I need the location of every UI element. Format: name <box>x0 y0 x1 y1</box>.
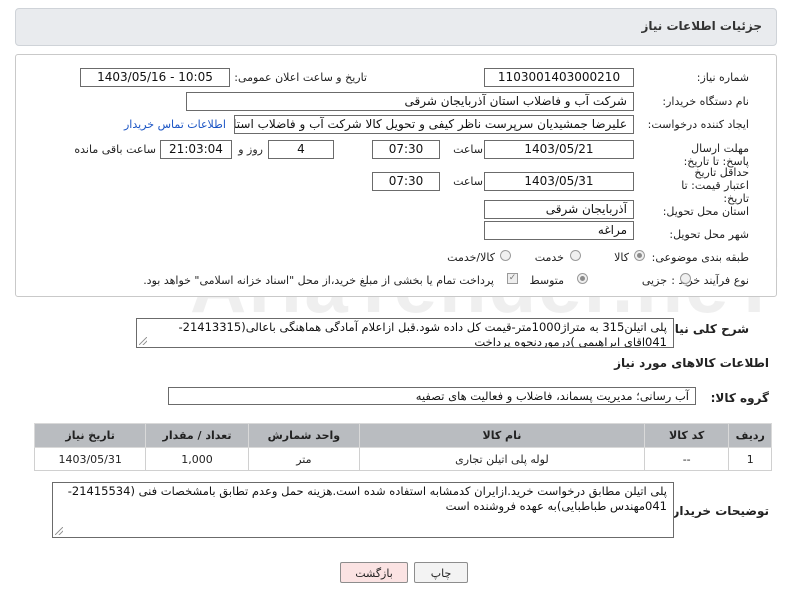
description-label: شرح کلی نیاز: <box>663 322 749 336</box>
price-validity-time-field[interactable]: 07:30 <box>372 172 440 191</box>
page-header: جزئیات اطلاعات نیاز <box>15 8 777 46</box>
description-textarea[interactable]: پلی اتیلن315 به متراژ1000متر-قیمت کل داد… <box>136 318 674 348</box>
province-field[interactable]: آذربایجان شرقی <box>484 200 634 219</box>
need-number-field[interactable]: 1103001403000210 <box>484 68 634 87</box>
buyer-notes-label: توضیحات خریدار: <box>667 504 769 518</box>
response-deadline-label: مهلت ارسال پاسخ: تا تاریخ: <box>683 142 749 168</box>
buyer-org-label: نام دستگاه خریدار: <box>662 95 749 108</box>
price-validity-label: حداقل تاریخ اعتبار قیمت: تا تاریخ: <box>681 166 749 205</box>
items-table: ردیف کد کالا نام کالا واحد شمارش تعداد /… <box>33 423 772 471</box>
category-label: طبقه بندی موضوعی: <box>651 251 749 264</box>
col-row: ردیف <box>728 423 772 448</box>
purchase-medium-radio[interactable] <box>577 273 588 284</box>
need-number-label: شماره نیاز: <box>696 71 749 84</box>
goods-group-field[interactable]: آب رسانی؛ مدیریت پسماند، فاضلاب و فعالیت… <box>168 387 696 405</box>
purchase-partial-label: جزیی <box>641 274 667 287</box>
category-goods-service-label: کالا/خدمت <box>447 251 495 264</box>
cell-quantity: 1,000 <box>145 447 249 471</box>
buyer-notes-textarea[interactable]: پلی اتیلن مطابق درخواست خرید.ازایران کدم… <box>52 482 674 538</box>
col-quantity: تعداد / مقدار <box>145 423 249 448</box>
back-button[interactable]: بازگشت <box>340 562 408 583</box>
remaining-label: ساعت باقی مانده <box>74 143 156 156</box>
days-label: روز و <box>238 143 263 156</box>
treasury-note: پرداخت تمام یا بخشی از مبلغ خرید،از محل … <box>143 274 494 287</box>
category-goods-service-radio[interactable] <box>500 250 511 261</box>
goods-info-title: اطلاعات کالاهای مورد نیاز <box>614 356 769 370</box>
cell-name: لوله پلی اتیلن تجاری <box>358 447 645 471</box>
table-header-row: ردیف کد کالا نام کالا واحد شمارش تعداد /… <box>33 423 772 448</box>
price-validity-time-label: ساعت <box>453 175 483 188</box>
buyer-notes-text: پلی اتیلن مطابق درخواست خرید.ازایران کدم… <box>67 484 667 513</box>
response-date-field[interactable]: 1403/05/21 <box>484 140 634 159</box>
response-time-field[interactable]: 07:30 <box>372 140 440 159</box>
resize-grip-icon[interactable] <box>139 337 147 345</box>
description-text: پلی اتیلن315 به متراژ1000متر-قیمت کل داد… <box>178 320 668 348</box>
city-field[interactable]: مراغه <box>484 221 634 240</box>
city-label: شهر محل تحویل: <box>669 228 749 241</box>
category-goods-label: کالا <box>614 251 629 264</box>
table-row[interactable]: 1 -- لوله پلی اتیلن تجاری متر 1,000 1403… <box>33 447 772 471</box>
category-service-radio[interactable] <box>570 250 581 261</box>
cell-need-date: 1403/05/31 <box>33 447 147 471</box>
col-need-date: تاریخ نیاز <box>33 423 147 448</box>
print-button[interactable]: چاپ <box>414 562 468 583</box>
col-code: کد کالا <box>643 423 730 448</box>
cell-row: 1 <box>728 447 772 471</box>
remaining-time-field[interactable]: 21:03:04 <box>160 140 232 159</box>
page-title: جزئیات اطلاعات نیاز <box>641 19 762 33</box>
col-name: نام کالا <box>358 423 645 448</box>
resize-grip-icon[interactable] <box>55 527 63 535</box>
category-service-label: خدمت <box>534 251 564 264</box>
buyer-contact-link[interactable]: اطلاعات تماس خریدار <box>124 118 226 131</box>
category-goods-radio[interactable] <box>634 250 645 261</box>
purchase-partial-radio[interactable] <box>680 273 691 284</box>
requester-label: ایجاد کننده درخواست: <box>647 118 749 131</box>
treasury-checkbox[interactable]: ✓ <box>507 273 518 284</box>
col-unit: واحد شمارش <box>247 423 360 448</box>
province-label: استان محل تحویل: <box>662 205 749 218</box>
purchase-medium-label: متوسط <box>529 274 564 287</box>
cell-code: -- <box>643 447 730 471</box>
requester-field[interactable]: علیرضا جمشیدیان سرپرست ناظر کیفی و تحویل… <box>234 115 634 134</box>
goods-group-label: گروه کالا: <box>710 391 769 405</box>
response-time-label: ساعت <box>453 143 483 156</box>
announce-datetime-field[interactable]: 1403/05/16 - 10:05 <box>80 68 230 87</box>
buyer-org-field[interactable]: شرکت آب و فاضلاب استان آذربایجان شرقی <box>186 92 634 111</box>
announce-datetime-label: تاریخ و ساعت اعلان عمومی: <box>234 71 367 84</box>
price-validity-date-field[interactable]: 1403/05/31 <box>484 172 634 191</box>
cell-unit: متر <box>247 447 360 471</box>
remaining-days-field[interactable]: 4 <box>268 140 334 159</box>
